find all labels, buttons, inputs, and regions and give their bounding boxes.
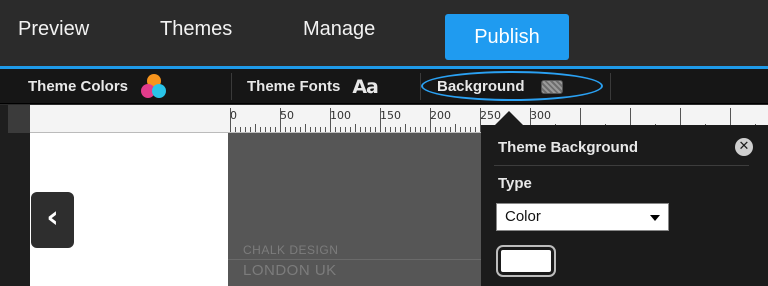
popover-divider: [494, 165, 749, 166]
theme-fonts-button[interactable]: Theme Fonts Aa: [247, 69, 379, 104]
ruler-label: 150: [380, 109, 401, 122]
ruler-tick: [465, 127, 466, 132]
ruler-tick: [330, 108, 331, 132]
ruler-tick: [395, 127, 396, 132]
ruler-tick: [265, 127, 266, 132]
ruler-tick: [300, 127, 301, 132]
ruler-tick: [430, 108, 431, 132]
toolbar-divider: [610, 73, 611, 100]
ruler-label: 0: [230, 109, 237, 122]
font-aa-icon: Aa: [352, 75, 379, 98]
canvas-text-company[interactable]: CHALK DESIGN: [243, 243, 338, 257]
canvas-divider: [228, 259, 488, 260]
background-color-swatch[interactable]: [496, 245, 556, 277]
chevron-down-icon: [650, 215, 660, 221]
ruler-tick: [380, 108, 381, 132]
ruler-tick: [365, 127, 366, 132]
theme-colors-icon: [138, 73, 172, 100]
ruler-tick: [325, 127, 326, 132]
ruler-tick: [475, 127, 476, 132]
ruler-tick: [435, 127, 436, 132]
theme-toolbar: Theme Colors Theme Fonts Aa Background: [0, 69, 768, 104]
ruler-tick: [335, 127, 336, 132]
theme-fonts-label: Theme Fonts: [247, 78, 341, 95]
ruler-tick: [470, 127, 471, 132]
ruler-tick: [385, 127, 386, 132]
nav-preview[interactable]: Preview: [18, 18, 89, 41]
ruler-tick: [445, 127, 446, 132]
ruler-tick: [275, 127, 276, 132]
ruler-tick: [240, 127, 241, 132]
ruler-tick: [290, 127, 291, 132]
background-label: Background: [437, 78, 525, 95]
ruler-tick: [340, 127, 341, 132]
ruler-tick: [410, 127, 411, 132]
background-swatch-icon: [540, 79, 563, 94]
ruler-tick: [250, 127, 251, 132]
type-label: Type: [498, 175, 532, 192]
top-nav: Preview Themes Manage Publish: [0, 0, 768, 66]
popover-title: Theme Background: [498, 139, 639, 156]
theme-colors-label: Theme Colors: [28, 78, 129, 95]
ruler-tick: [390, 127, 391, 132]
ruler-tick: [320, 127, 321, 132]
ruler-tick: [420, 127, 421, 132]
ruler-tick: [260, 127, 261, 132]
ruler-tick: [440, 127, 441, 132]
close-icon[interactable]: ✕: [735, 138, 753, 156]
ruler-tick: [370, 127, 371, 132]
chevron-left-icon[interactable]: ‹: [31, 192, 74, 248]
ruler-tick: [270, 127, 271, 132]
popover-arrow: [495, 111, 523, 125]
ruler-label: 200: [430, 109, 451, 122]
background-button[interactable]: Background: [437, 69, 563, 104]
ruler-label: 300: [530, 109, 551, 122]
ruler-tick: [355, 124, 356, 132]
ruler-tick: [345, 127, 346, 132]
ruler-tick: [245, 127, 246, 132]
ruler-tick: [285, 127, 286, 132]
left-panel-handle: [8, 105, 30, 133]
ruler-label: 50: [280, 109, 294, 122]
ruler-tick: [295, 127, 296, 132]
ruler-tick: [230, 108, 231, 132]
ruler-tick: [450, 127, 451, 132]
canvas-text-location[interactable]: LONDON UK: [243, 262, 337, 279]
type-select[interactable]: Color: [496, 203, 669, 231]
ruler-tick: [455, 124, 456, 132]
ruler-tick: [280, 108, 281, 132]
ruler-tick: [350, 127, 351, 132]
ruler-tick: [310, 127, 311, 132]
ruler-tick: [305, 124, 306, 132]
publish-button[interactable]: Publish: [445, 14, 569, 60]
toolbar-divider: [231, 73, 232, 100]
ruler-tick: [315, 127, 316, 132]
type-select-value: Color: [505, 208, 541, 225]
nav-manage[interactable]: Manage: [303, 18, 375, 41]
ruler-tick: [425, 127, 426, 132]
ruler-tick: [255, 124, 256, 132]
ruler-tick: [360, 127, 361, 132]
ruler-tick: [405, 124, 406, 132]
ruler-label: 100: [330, 109, 351, 122]
nav-themes[interactable]: Themes: [160, 18, 232, 41]
ruler-tick: [400, 127, 401, 132]
ruler-tick: [375, 127, 376, 132]
ruler-tick: [235, 127, 236, 132]
ruler-tick: [415, 127, 416, 132]
theme-colors-button[interactable]: Theme Colors: [28, 69, 172, 104]
ruler-tick: [460, 127, 461, 132]
